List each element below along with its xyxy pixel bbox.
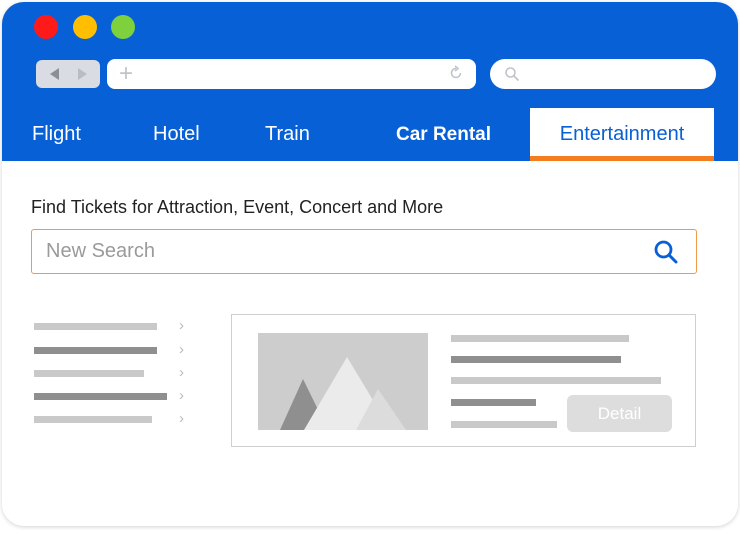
browser-window: + Flight Hotel Train Car Rental Entertai… <box>2 2 738 526</box>
card-placeholder-line <box>451 421 557 428</box>
result-card: Detail <box>231 314 696 447</box>
tab-flight[interactable]: Flight <box>32 108 81 161</box>
card-placeholder-line <box>451 335 629 342</box>
forward-arrow-icon[interactable] <box>78 68 87 80</box>
card-placeholder-line <box>451 377 661 384</box>
minimize-window-button[interactable] <box>73 15 97 39</box>
chevron-right-icon: › <box>179 341 184 358</box>
search-submit-icon[interactable] <box>653 239 679 265</box>
chevron-right-icon: › <box>179 364 184 381</box>
chevron-right-icon: › <box>179 317 184 334</box>
history-buttons <box>36 60 100 88</box>
page-heading: Find Tickets for Attraction, Event, Conc… <box>31 197 444 217</box>
list-item-placeholder-line <box>34 416 152 423</box>
ticket-search-input[interactable] <box>46 236 626 266</box>
ticket-search-box <box>31 229 697 274</box>
back-arrow-icon[interactable] <box>50 68 59 80</box>
list-item-placeholder-line <box>34 370 144 377</box>
tab-train[interactable]: Train <box>265 108 310 161</box>
new-tab-icon[interactable]: + <box>119 60 133 88</box>
close-window-button[interactable] <box>34 15 58 39</box>
card-placeholder-line <box>451 356 621 363</box>
address-bar[interactable]: + <box>107 59 476 89</box>
browser-search-field[interactable] <box>490 59 716 89</box>
chevron-right-icon: › <box>179 387 184 404</box>
browser-header: + Flight Hotel Train Car Rental Entertai… <box>2 2 738 161</box>
chevron-right-icon: › <box>179 410 184 427</box>
tab-entertainment[interactable]: Entertainment <box>530 108 714 161</box>
list-item-placeholder-line <box>34 347 157 354</box>
list-item-placeholder-line <box>34 393 167 400</box>
tab-hotel[interactable]: Hotel <box>153 108 200 161</box>
detail-button[interactable]: Detail <box>567 395 672 432</box>
card-placeholder-line <box>451 399 536 406</box>
maximize-window-button[interactable] <box>111 15 135 39</box>
tab-car-rental[interactable]: Car Rental <box>396 108 491 161</box>
reload-icon[interactable] <box>448 65 464 81</box>
search-icon <box>505 67 519 81</box>
image-placeholder-icon <box>258 333 428 430</box>
list-item-placeholder-line <box>34 323 157 330</box>
